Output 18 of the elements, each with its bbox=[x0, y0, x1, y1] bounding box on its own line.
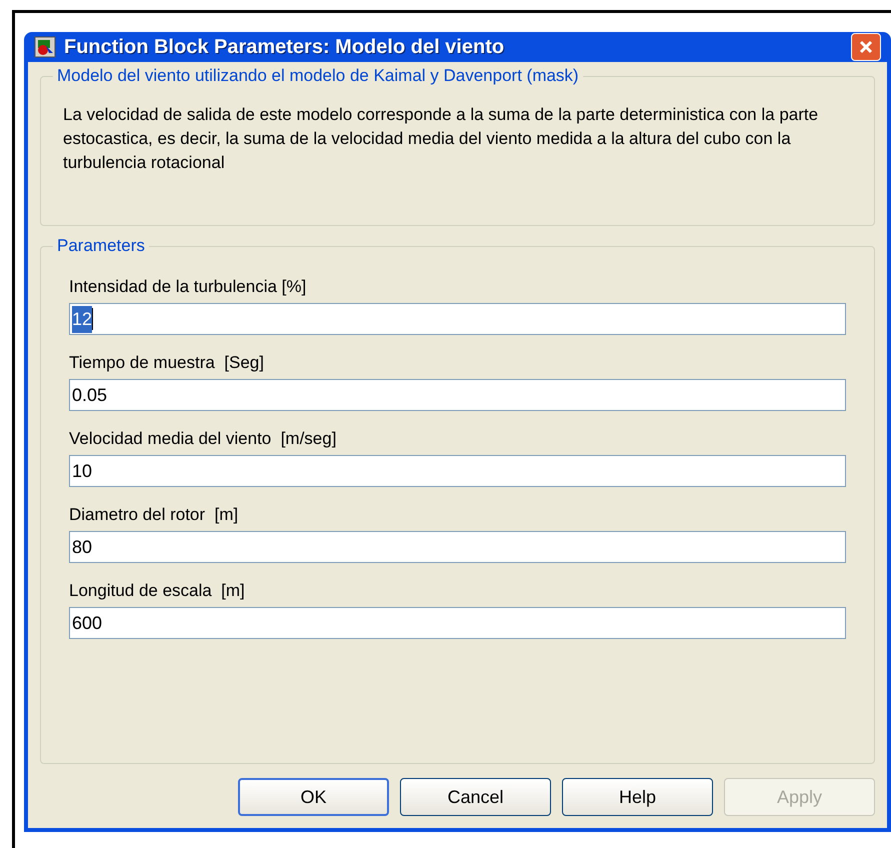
input-field[interactable]: 600 bbox=[69, 607, 846, 639]
field-label: Velocidad media del viento [m/seg] bbox=[69, 428, 338, 450]
field-label: Intensidad de la turbulencia [%] bbox=[69, 276, 308, 298]
input-field[interactable]: 80 bbox=[69, 531, 846, 563]
dialog-button[interactable]: Cancel bbox=[400, 778, 551, 816]
window-title: Function Block Parameters: Modelo del viento bbox=[64, 35, 506, 60]
field-label: Tiempo de muestra [Seg] bbox=[69, 352, 265, 374]
input-field[interactable]: 10 bbox=[69, 455, 846, 487]
block-icon bbox=[34, 36, 56, 58]
field-label: Diametro del rotor [m] bbox=[69, 504, 240, 526]
close-button[interactable] bbox=[851, 33, 881, 61]
field-label: Longitud de escala [m] bbox=[69, 580, 246, 602]
close-icon bbox=[858, 39, 874, 55]
dialog-button[interactable]: Help bbox=[562, 778, 713, 816]
input-field[interactable]: 0.05 bbox=[69, 379, 846, 411]
dialog-button[interactable]: OK bbox=[238, 778, 389, 816]
input-field[interactable]: 12 bbox=[69, 303, 846, 335]
description-text: La velocidad de salida de este modelo corresponde a la suma de la parte deterministica con la parte estocastica, es decir, la suma de la velocidad media del viento medida a la altura del cubo con la turbulencia rotacional bbox=[63, 104, 820, 174]
